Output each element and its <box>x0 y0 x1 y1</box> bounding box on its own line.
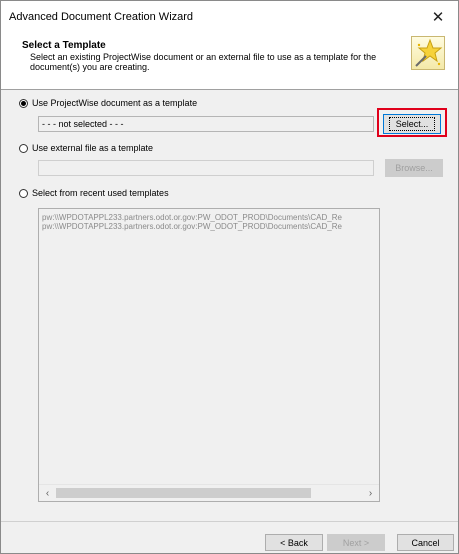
close-button[interactable]: ✕ <box>418 1 458 32</box>
title-bar: Advanced Document Creation Wizard ✕ <box>1 1 458 32</box>
radio-recent-templates[interactable]: Select from recent used templates <box>19 188 169 198</box>
radio-button-checked[interactable] <box>19 98 28 108</box>
back-button-label: < Back <box>280 537 308 548</box>
radio-button-unchecked[interactable] <box>19 143 28 153</box>
next-button[interactable]: Next > <box>327 534 385 551</box>
wizard-dialog: Advanced Document Creation Wizard ✕ Sele… <box>0 0 459 554</box>
external-file-field <box>38 160 374 176</box>
radio-button-unchecked[interactable] <box>19 188 28 198</box>
header-title: Select a Template <box>22 40 106 51</box>
radio-recent-label: Select from recent used templates <box>32 188 169 198</box>
wizard-header: Select a Template Select an existing Pro… <box>1 32 458 90</box>
browse-button[interactable]: Browse... <box>385 159 443 177</box>
close-icon: ✕ <box>431 8 445 26</box>
list-item[interactable]: pw:\\WPDOTAPPL233.partners.odot.or.gov:P… <box>39 222 377 231</box>
wizard-star-icon <box>411 36 445 70</box>
radio-external-template[interactable]: Use external file as a template <box>19 143 153 153</box>
next-button-label: Next > <box>342 537 370 548</box>
radio-external-label: Use external file as a template <box>32 143 154 153</box>
cancel-button[interactable]: Cancel <box>397 534 454 551</box>
radio-projectwise-template[interactable]: Use ProjectWise document as a template <box>19 98 197 108</box>
scroll-right-icon[interactable]: › <box>362 485 379 501</box>
radio-projectwise-label: Use ProjectWise document as a template <box>32 98 198 108</box>
footer-divider <box>1 521 458 522</box>
horizontal-scrollbar[interactable]: ‹ › <box>39 484 379 501</box>
scroll-left-icon[interactable]: ‹ <box>39 485 56 501</box>
scroll-thumb[interactable] <box>56 488 311 498</box>
window-title: Advanced Document Creation Wizard <box>9 11 194 23</box>
recent-templates-items: pw:\\WPDOTAPPL233.partners.odot.or.gov:P… <box>39 213 377 231</box>
header-description: Select an existing ProjectWise document … <box>30 52 377 72</box>
recent-templates-list[interactable]: pw:\\WPDOTAPPL233.partners.odot.or.gov:P… <box>38 208 380 502</box>
cancel-button-label: Cancel <box>411 537 440 548</box>
browse-button-label: Browse... <box>395 163 433 173</box>
list-item[interactable]: pw:\\WPDOTAPPL233.partners.odot.or.gov:P… <box>39 213 377 222</box>
projectwise-template-field: - - - not selected - - - <box>38 116 374 132</box>
back-button[interactable]: < Back <box>265 534 323 551</box>
highlight-box <box>377 108 447 137</box>
